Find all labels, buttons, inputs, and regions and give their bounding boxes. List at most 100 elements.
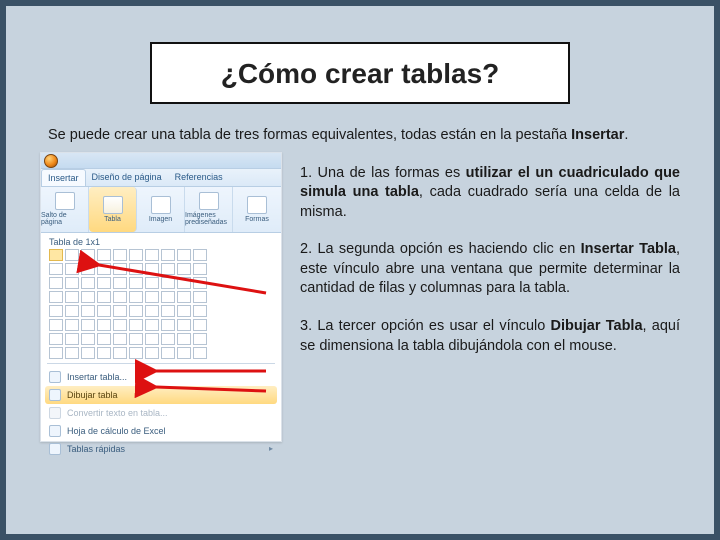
word-screenshot: Insertar Diseño de página Referencias Sa… bbox=[40, 152, 282, 442]
grid-cell bbox=[129, 347, 143, 359]
grid-cell bbox=[113, 305, 127, 317]
menu-item-tablas-rapidas: Tablas rápidas ▸ bbox=[45, 440, 277, 458]
grid-cell bbox=[129, 319, 143, 331]
grid-cell bbox=[97, 263, 111, 275]
grid-cell bbox=[129, 263, 143, 275]
grid-cell bbox=[113, 277, 127, 289]
grid-cell bbox=[177, 333, 191, 345]
clipart-icon bbox=[199, 192, 219, 210]
menu-item-dibujar-tabla: Dibujar tabla bbox=[45, 386, 277, 404]
titlebar bbox=[41, 153, 281, 169]
grid-cell bbox=[49, 249, 63, 261]
grid-cell bbox=[81, 305, 95, 317]
grid-cell bbox=[145, 319, 159, 331]
ribbon-group-imagen: Imagen bbox=[137, 187, 185, 232]
submenu-arrow-icon: ▸ bbox=[269, 444, 273, 453]
grid-cell bbox=[113, 347, 127, 359]
opt2-bold: Insertar Tabla bbox=[581, 241, 676, 257]
slide-title: ¿Cómo crear tablas? bbox=[162, 58, 558, 90]
grid-cell bbox=[113, 319, 127, 331]
quick-tables-icon bbox=[49, 443, 61, 455]
intro-text: Se puede crear una tabla de tres formas … bbox=[48, 126, 672, 146]
grid-cell bbox=[145, 277, 159, 289]
grid-cell bbox=[161, 333, 175, 345]
grid-cell bbox=[161, 277, 175, 289]
opt3-lead: 3. La tercer opción es usar el vínculo bbox=[300, 318, 551, 334]
insert-table-icon bbox=[49, 371, 61, 383]
ribbon-label: Salto de página bbox=[41, 212, 88, 226]
menu-separator bbox=[47, 363, 275, 364]
grid-cell bbox=[97, 319, 111, 331]
grid-cell bbox=[113, 333, 127, 345]
grid-cell bbox=[49, 277, 63, 289]
ribbon-group-clipart: Imágenes prediseñadas bbox=[185, 187, 233, 232]
grid-cell bbox=[129, 277, 143, 289]
grid-cell bbox=[145, 305, 159, 317]
grid-cell bbox=[129, 305, 143, 317]
grid-cell bbox=[177, 291, 191, 303]
tab-diseno: Diseño de página bbox=[86, 169, 169, 186]
intro-bold: Insertar bbox=[571, 127, 624, 143]
menu-label: Dibujar tabla bbox=[67, 390, 118, 400]
grid-cell bbox=[113, 291, 127, 303]
slide: ¿Cómo crear tablas? Se puede crear una t… bbox=[0, 0, 720, 540]
grid-cell bbox=[129, 333, 143, 345]
grid-cell bbox=[145, 263, 159, 275]
grid-cell bbox=[145, 347, 159, 359]
grid-cell bbox=[97, 333, 111, 345]
grid-cell bbox=[193, 291, 207, 303]
grid-cell bbox=[81, 333, 95, 345]
grid-cell bbox=[65, 305, 79, 317]
grid-cell bbox=[81, 277, 95, 289]
grid-cell bbox=[177, 347, 191, 359]
grid-cell bbox=[193, 249, 207, 261]
options-column: 1. Una de las formas es utilizar el un c… bbox=[300, 152, 680, 442]
grid-cell bbox=[193, 263, 207, 275]
menu-item-convertir-texto: Convertir texto en tabla... bbox=[45, 404, 277, 422]
grid-cell bbox=[193, 305, 207, 317]
option-3: 3. La tercer opción es usar el vínculo D… bbox=[300, 317, 680, 356]
grid-cell bbox=[161, 347, 175, 359]
shapes-icon bbox=[247, 196, 267, 214]
ribbon-label: Formas bbox=[245, 216, 269, 223]
grid-cell bbox=[65, 263, 79, 275]
ribbon-group-formas: Formas bbox=[233, 187, 281, 232]
grid-cell bbox=[65, 277, 79, 289]
grid-cell bbox=[97, 305, 111, 317]
grid-cell bbox=[65, 291, 79, 303]
option-1: 1. Una de las formas es utilizar el un c… bbox=[300, 164, 680, 223]
grid-cell bbox=[177, 305, 191, 317]
grid-cell bbox=[193, 277, 207, 289]
grid-cell bbox=[65, 333, 79, 345]
grid-cell bbox=[113, 263, 127, 275]
intro-part1: Se puede crear una tabla de tres formas … bbox=[48, 127, 571, 143]
title-box: ¿Cómo crear tablas? bbox=[150, 42, 570, 104]
ribbon-label: Imágenes prediseñadas bbox=[185, 212, 232, 226]
menu-item-insertar-tabla: Insertar tabla... bbox=[45, 368, 277, 386]
tab-insertar: Insertar bbox=[41, 169, 86, 186]
ribbon-tabs: Insertar Diseño de página Referencias bbox=[41, 169, 281, 187]
ribbon-label: Imagen bbox=[149, 216, 172, 223]
grid-cell bbox=[97, 277, 111, 289]
table-grid-picker bbox=[49, 249, 273, 359]
grid-cell bbox=[49, 291, 63, 303]
opt2-lead: 2. La segunda opción es haciendo clic en bbox=[300, 241, 581, 257]
grid-cell bbox=[177, 277, 191, 289]
grid-cell bbox=[81, 249, 95, 261]
draw-table-icon bbox=[49, 389, 61, 401]
grid-cell bbox=[145, 291, 159, 303]
convert-text-icon bbox=[49, 407, 61, 419]
menu-label: Tablas rápidas bbox=[67, 444, 125, 454]
opt1-lead: 1. Una de las formas es bbox=[300, 165, 466, 181]
grid-cell bbox=[177, 249, 191, 261]
menu-label: Hoja de cálculo de Excel bbox=[67, 426, 166, 436]
grid-cell bbox=[81, 263, 95, 275]
grid-cell bbox=[97, 291, 111, 303]
ribbon-label: Tabla bbox=[104, 216, 121, 223]
grid-cell bbox=[81, 291, 95, 303]
opt3-bold: Dibujar Tabla bbox=[551, 318, 643, 334]
grid-cell bbox=[161, 249, 175, 261]
grid-cell bbox=[177, 263, 191, 275]
grid-cell bbox=[129, 249, 143, 261]
grid-cell bbox=[81, 347, 95, 359]
